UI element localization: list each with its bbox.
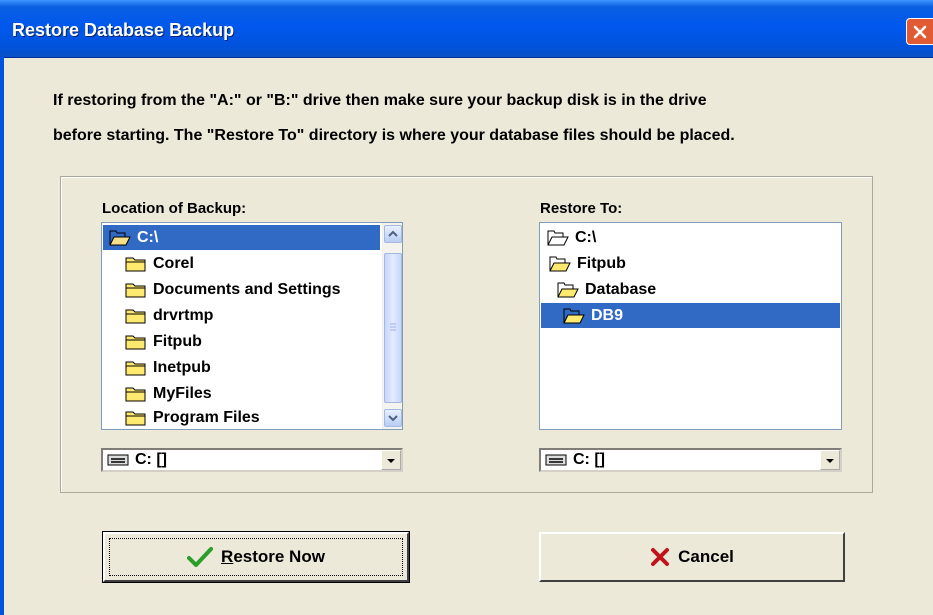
location-of-backup-label: Location of Backup:: [102, 200, 247, 217]
close-icon: [913, 25, 927, 39]
restore-drive-select[interactable]: C: []: [539, 448, 842, 472]
list-item-label: C:\: [137, 228, 159, 246]
list-item-label: Corel: [153, 254, 194, 272]
dropdown-button[interactable]: [820, 450, 840, 470]
window-frame: [0, 57, 4, 615]
cancel-button[interactable]: Cancel: [539, 532, 845, 582]
list-item-label: drvrtmp: [153, 306, 214, 324]
folder-icon: [125, 309, 146, 323]
list-item-label: Inetpub: [153, 358, 211, 376]
dropdown-arrow-icon: [387, 459, 395, 463]
x-icon: [651, 548, 670, 566]
list-item-label: MyFiles: [153, 384, 212, 402]
list-item[interactable]: Documents and Settings: [103, 277, 341, 302]
scroll-down-button[interactable]: [384, 409, 402, 427]
cancel-label: Cancel: [678, 547, 734, 566]
list-item[interactable]: Inetpub: [103, 355, 211, 380]
checkmark-icon: [187, 547, 214, 567]
folder-icon: [125, 411, 146, 425]
dropdown-button[interactable]: [381, 450, 401, 470]
backup-list-scrollbar[interactable]: [382, 223, 402, 429]
list-item[interactable]: C:\: [103, 225, 380, 250]
open-folder-icon: [563, 308, 585, 323]
scroll-thumb[interactable]: [384, 253, 402, 403]
restore-now-label: Restore Now: [221, 547, 325, 567]
list-item[interactable]: DB9: [541, 303, 840, 328]
folder-icon: [125, 361, 146, 375]
restore-to-label: Restore To:: [540, 200, 623, 217]
open-folder-icon: [557, 282, 579, 297]
list-item[interactable]: Fitpub: [541, 251, 626, 276]
backup-drive-select[interactable]: C: []: [101, 448, 403, 472]
list-item-label: Database: [585, 280, 657, 298]
grip-icon: [390, 323, 396, 331]
restore-database-backup-dialog: Restore Database Backup If restoring fro…: [0, 0, 933, 615]
dropdown-arrow-icon: [826, 459, 834, 463]
title-bar[interactable]: Restore Database Backup: [0, 0, 933, 58]
restore-drive-value: C: []: [573, 451, 605, 468]
open-folder-icon: [549, 256, 571, 271]
restore-now-button[interactable]: Restore Now: [102, 531, 410, 583]
list-item[interactable]: Fitpub: [103, 329, 202, 354]
folder-icon: [125, 335, 146, 349]
list-item-label: Fitpub: [153, 332, 202, 350]
instruction-line-2: before starting. The "Restore To" direct…: [53, 127, 735, 144]
folder-icon: [125, 283, 146, 297]
list-item-label: Fitpub: [577, 254, 626, 272]
chevron-up-icon: [388, 230, 398, 237]
drive-icon: [107, 454, 129, 466]
open-folder-icon: [109, 230, 131, 245]
backup-directory-list[interactable]: C:\ Corel Documents and Settings drvrtmp…: [101, 222, 403, 430]
folder-icon: [125, 257, 146, 271]
backup-drive-value: C: []: [135, 451, 167, 468]
restore-directory-list[interactable]: C:\ Fitpub Database DB9: [539, 222, 842, 430]
instruction-line-1: If restoring from the "A:" or "B:" drive…: [53, 92, 707, 109]
restore-now-accel: R: [221, 547, 234, 566]
list-item-label: Documents and Settings: [153, 280, 341, 298]
scroll-up-button[interactable]: [384, 225, 402, 243]
folder-icon: [125, 387, 146, 401]
list-item[interactable]: Program Files: [103, 405, 260, 429]
drive-icon: [545, 454, 567, 466]
list-item[interactable]: C:\: [541, 225, 596, 250]
list-item-label: DB9: [591, 306, 624, 324]
window-title: Restore Database Backup: [12, 20, 235, 40]
list-item[interactable]: MyFiles: [103, 381, 212, 406]
close-button[interactable]: [906, 18, 933, 45]
restore-now-label-rest: estore Now: [233, 547, 325, 566]
list-item[interactable]: drvrtmp: [103, 303, 213, 328]
chevron-down-icon: [388, 415, 398, 422]
list-item-label: Program Files: [153, 408, 260, 426]
list-item-label: C:\: [575, 228, 597, 246]
open-folder-icon: [547, 230, 569, 245]
list-item[interactable]: Corel: [103, 251, 194, 276]
list-item[interactable]: Database: [541, 277, 656, 302]
